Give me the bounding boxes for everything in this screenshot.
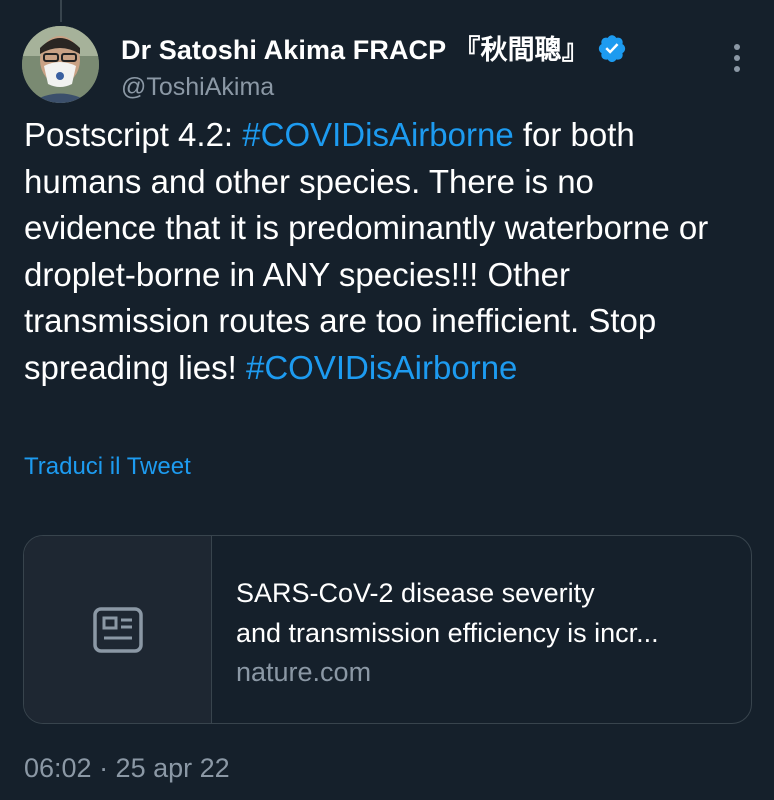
tweet-text: Postscript 4.2: #COVIDisAirborne for bot… — [24, 112, 714, 391]
tweet-text-segment: Postscript 4.2: — [24, 116, 243, 153]
more-options-icon[interactable] — [720, 44, 754, 72]
link-preview-card[interactable]: SARS-CoV-2 disease severity and transmis… — [23, 535, 752, 724]
tweet-author: Dr Satoshi Akima FRACP 『秋間聰』 @ToshiAkima — [121, 28, 714, 102]
author-display-name[interactable]: Dr Satoshi Akima FRACP 『秋間聰』 — [121, 28, 589, 67]
card-body: SARS-CoV-2 disease severity and transmis… — [212, 536, 751, 723]
thread-connector-line — [60, 0, 62, 22]
card-title: SARS-CoV-2 disease severity and transmis… — [236, 574, 751, 653]
tweet-timestamp[interactable]: 06:02 · 25 apr 22 — [24, 753, 230, 784]
hashtag-link[interactable]: #COVIDisAirborne — [242, 116, 513, 153]
translate-tweet-link[interactable]: Traduci il Tweet — [24, 453, 191, 481]
verified-badge-icon — [598, 34, 626, 62]
hashtag-link[interactable]: #COVIDisAirborne — [246, 349, 517, 386]
card-title-line: and transmission efficiency is incr... — [236, 617, 659, 648]
avatar[interactable] — [22, 26, 99, 103]
card-thumbnail — [24, 536, 212, 723]
card-title-line: SARS-CoV-2 disease severity — [236, 578, 595, 608]
card-domain: nature.com — [236, 657, 372, 687]
article-icon — [92, 606, 143, 653]
tweet-text-segment: for both humans and other species. There… — [24, 116, 709, 386]
author-handle[interactable]: @ToshiAkima — [121, 73, 714, 102]
avatar-photo — [22, 26, 99, 103]
